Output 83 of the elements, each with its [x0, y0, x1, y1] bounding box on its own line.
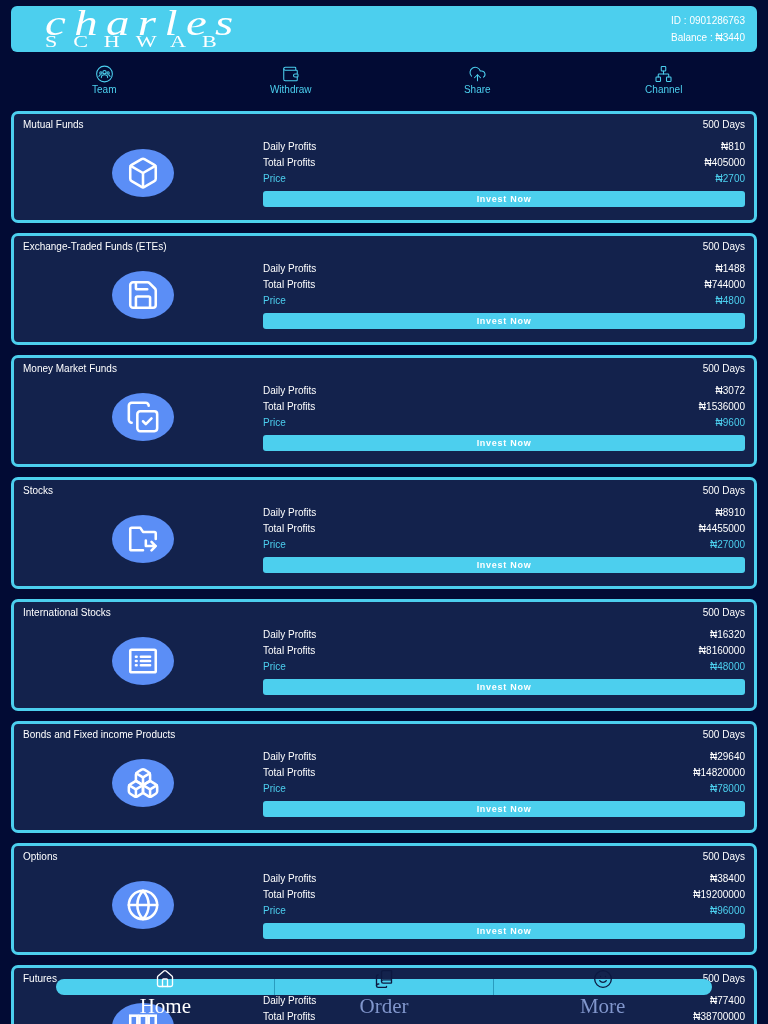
profit-value: ₦8160000: [698, 645, 745, 657]
bottom-nav-tab[interactable]: More: [579, 969, 626, 1016]
profit-value: ₦29640: [709, 751, 745, 763]
product-title: Stocks: [23, 485, 53, 497]
profit-value: ₦38400: [709, 873, 745, 885]
copy-check-icon: [112, 393, 174, 441]
nav-item[interactable]: Channel: [645, 65, 683, 96]
cloud-upload-icon: [467, 65, 487, 83]
duration-label: 500 Days: [702, 851, 745, 863]
product-title: Futures: [23, 973, 57, 985]
profit-value: ₦16320: [709, 629, 745, 641]
profit-value: ₦3072: [715, 385, 745, 397]
profit-label: Total Profits: [263, 523, 316, 535]
profit-label: Daily Profits: [263, 751, 317, 763]
cube-icon: [112, 149, 174, 197]
floppy-disk-icon: [112, 271, 174, 319]
profit-label: Daily Profits: [263, 385, 317, 397]
price-label: Price: [263, 783, 286, 795]
profit-value: ₦19200000: [693, 889, 745, 901]
price-label: Price: [263, 661, 286, 673]
duration-label: 500 Days: [702, 729, 745, 741]
wallet-icon: [281, 65, 301, 83]
product-title: Exchange-Traded Funds (ETEs): [23, 241, 167, 253]
product-title: Money Market Funds: [23, 363, 117, 375]
product-title: International Stocks: [23, 607, 111, 619]
profit-label: Total Profits: [263, 401, 316, 413]
price-value: ₦9600: [715, 417, 745, 429]
profit-label: Daily Profits: [263, 263, 317, 275]
profit-value: ₦77400: [709, 995, 745, 1007]
profit-value: ₦405000: [704, 157, 745, 169]
home-icon: [155, 969, 176, 989]
bottom-nav-tab[interactable]: Order: [359, 969, 409, 1016]
price-value: ₦27000: [709, 539, 745, 551]
price-label: Price: [263, 417, 286, 429]
balance: Balance : ₦3440: [671, 31, 745, 44]
price-value: ₦48000: [709, 661, 745, 673]
profit-value: ₦4455000: [698, 523, 745, 535]
profit-label: Daily Profits: [263, 507, 317, 519]
price-value: ₦2700: [715, 173, 745, 185]
profit-value: ₦8910: [715, 507, 745, 519]
book-icon: [374, 969, 394, 989]
profit-value: ₦1536000: [698, 401, 745, 413]
price-label: Price: [263, 295, 286, 307]
nav-item[interactable]: Withdraw: [269, 65, 312, 96]
smiley-icon: [592, 969, 613, 989]
profit-value: ₦810: [721, 141, 745, 153]
profit-label: Total Profits: [263, 645, 316, 657]
profit-value: ₦38700000: [693, 1011, 745, 1023]
product-title: Bonds and Fixed income Products: [23, 729, 176, 741]
user-id: ID : 0901286763: [671, 14, 745, 27]
duration-label: 500 Days: [702, 241, 745, 253]
profit-value: ₦1488: [715, 263, 745, 275]
profit-label: Daily Profits: [263, 629, 317, 641]
profit-label: Daily Profits: [263, 873, 317, 885]
nav-item[interactable]: Team: [92, 65, 117, 96]
duration-label: 500 Days: [702, 607, 745, 619]
profit-label: Total Profits: [263, 889, 316, 901]
nav-item[interactable]: Share: [463, 65, 491, 96]
network-icon: [654, 65, 674, 83]
duration-label: 500 Days: [702, 119, 745, 131]
profit-label: Total Profits: [263, 157, 316, 169]
price-label: Price: [263, 905, 286, 917]
price-label: Price: [263, 173, 286, 185]
profit-label: Daily Profits: [263, 141, 317, 153]
price-value: ₦78000: [709, 783, 745, 795]
globe-icon: [112, 881, 174, 929]
profit-value: ₦14820000: [693, 767, 745, 779]
profit-label: Total Profits: [263, 1011, 316, 1023]
profit-label: Daily Profits: [263, 995, 317, 1007]
product-title: Mutual Funds: [23, 119, 84, 131]
duration-label: 500 Days: [702, 363, 745, 375]
cubes-icon: [112, 759, 174, 807]
price-value: ₦96000: [709, 905, 745, 917]
list-icon: [112, 637, 174, 685]
duration-label: 500 Days: [702, 485, 745, 497]
bottom-nav-tab[interactable]: Home: [139, 969, 191, 1016]
price-label: Price: [263, 539, 286, 551]
profit-label: Total Profits: [263, 279, 316, 291]
price-value: ₦4800: [715, 295, 745, 307]
team-icon: [94, 65, 114, 83]
product-title: Options: [23, 851, 58, 863]
profit-label: Total Profits: [263, 767, 316, 779]
profit-value: ₦744000: [704, 279, 745, 291]
